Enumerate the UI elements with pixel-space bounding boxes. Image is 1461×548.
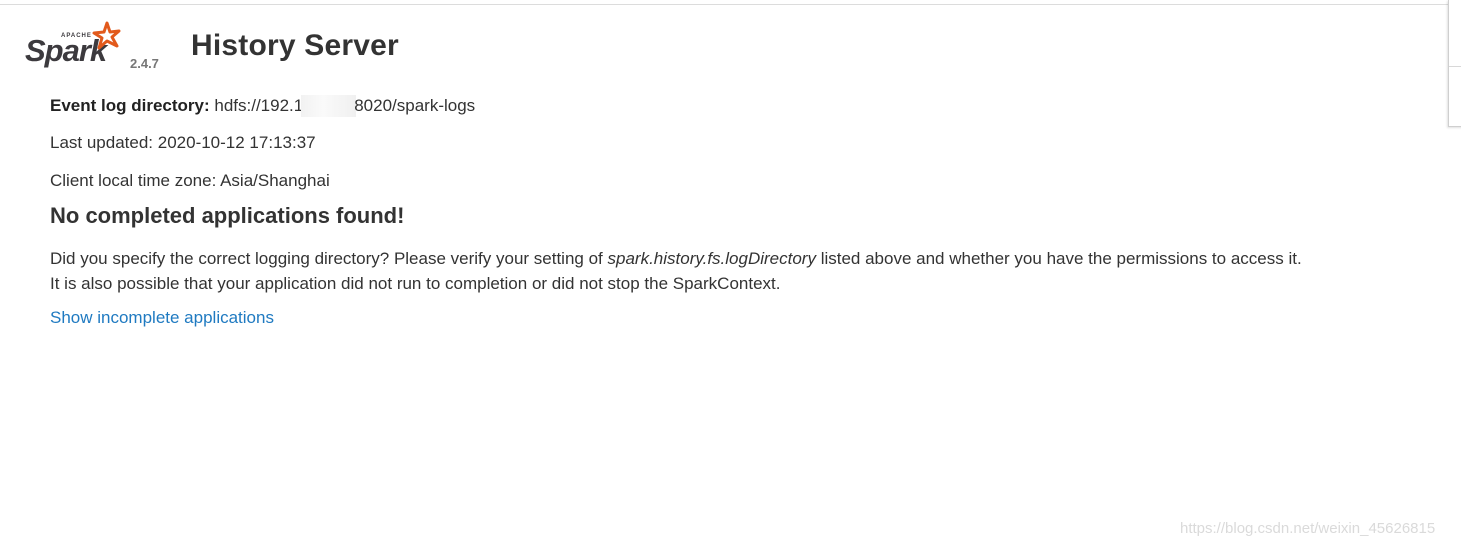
- spark-star-icon: [92, 21, 121, 50]
- event-log-value-end: 8020/spark-logs: [354, 96, 476, 115]
- hint-line1-after: listed above and whether you have the pe…: [815, 249, 1302, 268]
- client-timezone: Client local time zone: Asia/Shanghai: [50, 171, 330, 190]
- hint-line1-before: Did you specify the correct logging dire…: [50, 249, 608, 268]
- top-border: [0, 4, 1448, 5]
- watermark: https://blog.csdn.net/weixin_45626815: [1180, 520, 1436, 537]
- side-panel-divider: [1449, 66, 1461, 67]
- event-log-directory: Event log directory: hdfs://192.1 8020/sp…: [50, 95, 475, 117]
- side-panel-edge: [1448, 0, 1461, 127]
- log-directory-setting: spark.history.fs.logDirectory: [607, 249, 816, 268]
- hint-line2: It is also possible that your applicatio…: [50, 274, 781, 293]
- empty-state-hint: Did you specify the correct logging dire…: [50, 246, 1302, 296]
- event-log-value-start: hdfs://192.1: [214, 96, 304, 115]
- page-title: History Server: [191, 29, 399, 62]
- event-log-label: Event log directory:: [50, 96, 210, 115]
- version-label: 2.4.7: [130, 56, 159, 71]
- redacted-region: [301, 95, 357, 117]
- spark-logo[interactable]: APACHE Spark: [24, 20, 124, 72]
- last-updated: Last updated: 2020-10-12 17:13:37: [50, 133, 316, 152]
- show-incomplete-applications-link[interactable]: Show incomplete applications: [50, 308, 274, 328]
- empty-state-heading: No completed applications found!: [50, 203, 405, 228]
